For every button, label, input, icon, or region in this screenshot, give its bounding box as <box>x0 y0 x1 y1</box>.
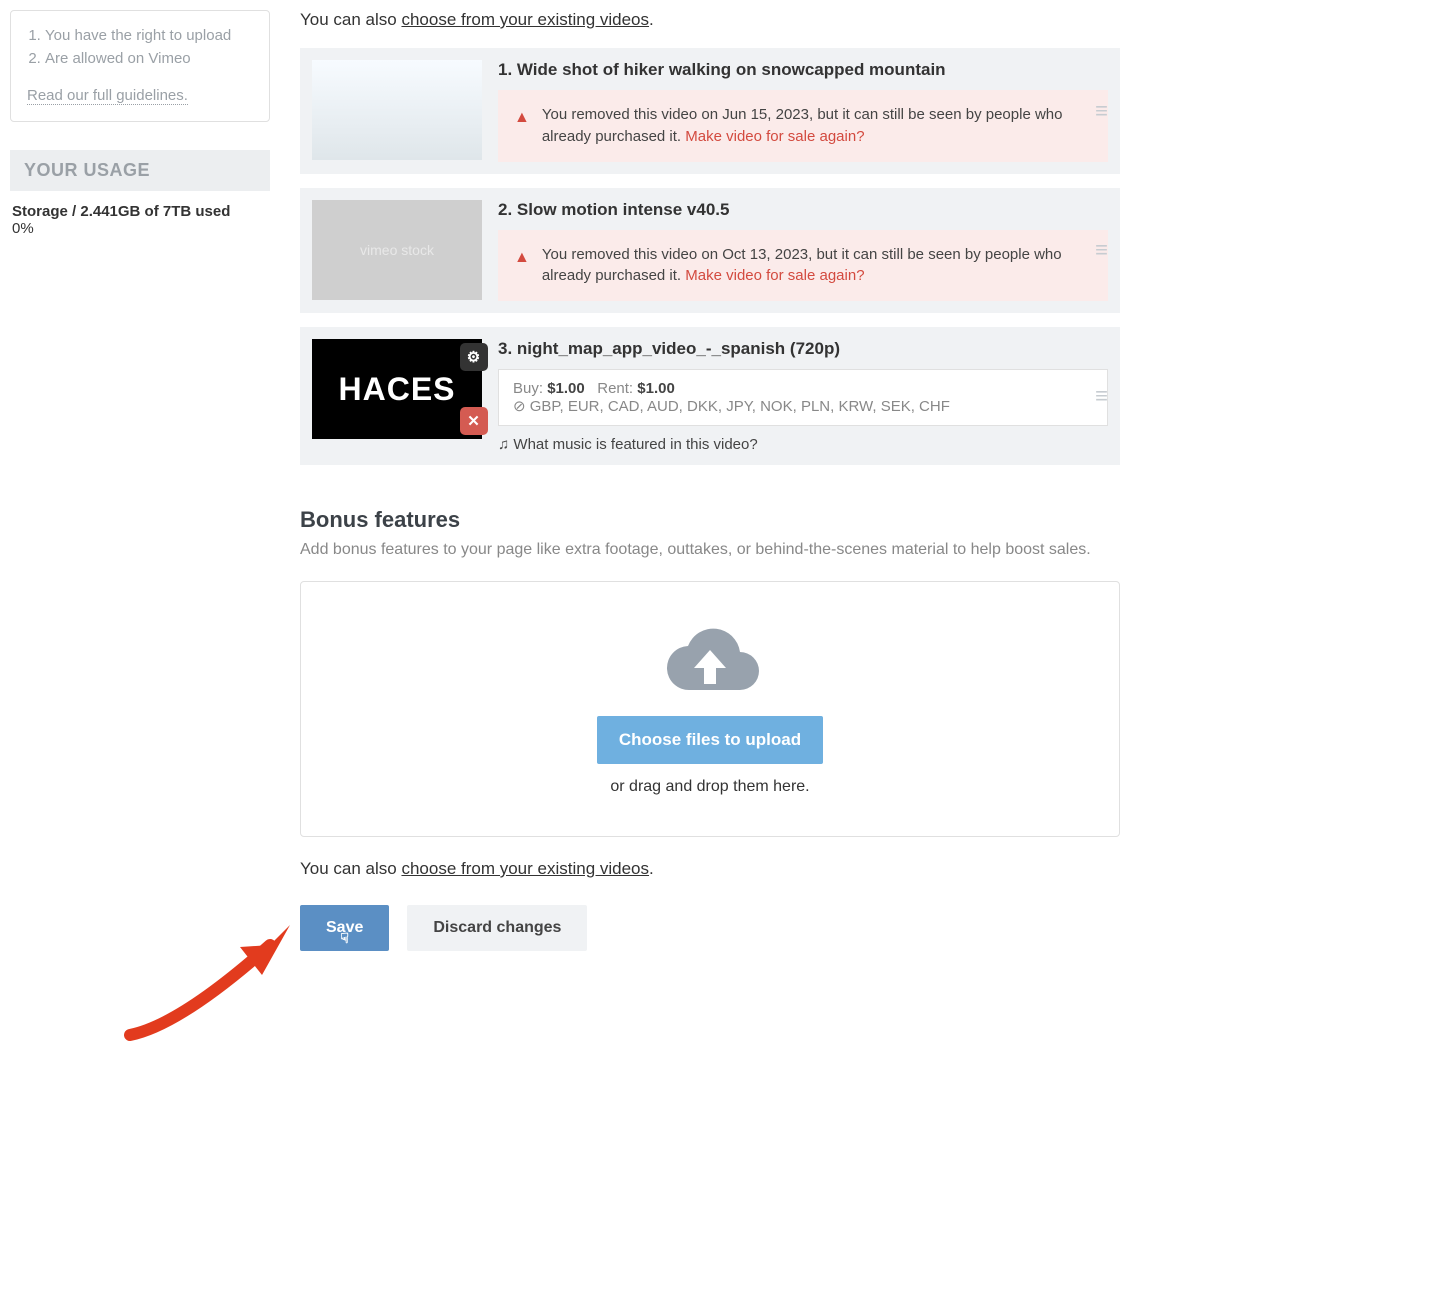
warning-box: ▲ You removed this video on Oct 13, 2023… <box>498 230 1108 302</box>
resale-link[interactable]: Make video for sale again? <box>685 267 864 284</box>
save-button[interactable]: Save ☟ <box>300 905 389 951</box>
action-buttons: Save ☟ Discard changes <box>300 905 1120 951</box>
music-question: What music is featured in this video? <box>513 436 757 453</box>
warning-icon: ▲ <box>514 246 530 269</box>
warning-box: ▲ You removed this video on Jun 15, 2023… <box>498 90 1108 162</box>
video-title: 2. Slow motion intense v40.5 <box>498 200 1108 220</box>
guidelines-link[interactable]: Read our full guidelines. <box>27 87 188 105</box>
upload-dropzone[interactable]: Choose files to upload or drag and drop … <box>300 581 1120 837</box>
resale-link[interactable]: Make video for sale again? <box>685 128 864 145</box>
choose-existing-link[interactable]: choose from your existing videos <box>401 859 649 878</box>
video-card: vimeo stock 2. Slow motion intense v40.5… <box>300 188 1120 314</box>
video-card: 1. Wide shot of hiker walking on snowcap… <box>300 48 1120 174</box>
video-thumbnail[interactable] <box>312 60 482 160</box>
video-card: HACES ⚙ ✕ 3. night_map_app_video_-_spani… <box>300 327 1120 465</box>
rent-price: $1.00 <box>637 380 675 397</box>
rent-label: Rent: <box>597 380 633 397</box>
music-icon: ♫ <box>498 436 513 453</box>
video-thumbnail[interactable]: vimeo stock <box>312 200 482 300</box>
choose-files-button[interactable]: Choose files to upload <box>597 716 823 764</box>
price-box: Buy: $1.00 Rent: $1.00 ⊘ GBP, EUR, CAD, … <box>498 369 1108 426</box>
discard-button[interactable]: Discard changes <box>407 905 587 951</box>
music-line[interactable]: ♫ What music is featured in this video? <box>498 436 1108 453</box>
bonus-title: Bonus features <box>300 507 1120 533</box>
thumb-label: vimeo stock <box>360 242 434 258</box>
thumb-label: HACES <box>338 371 455 408</box>
usage-storage-line: Storage / 2.441GB of 7TB used <box>12 203 230 220</box>
bonus-subtitle: Add bonus features to your page like ext… <box>300 541 1120 559</box>
video-title: 3. night_map_app_video_-_spanish (720p) <box>498 339 1108 359</box>
buy-label: Buy: <box>513 380 543 397</box>
gear-icon[interactable]: ⚙ <box>460 343 488 371</box>
guidelines-box: You have the right to upload Are allowed… <box>10 10 270 122</box>
existing-videos-line: You can also choose from your existing v… <box>300 10 1120 30</box>
existing-suffix: . <box>649 859 654 878</box>
usage-percent: 0% <box>12 220 34 237</box>
buy-price: $1.00 <box>547 380 585 397</box>
existing-prefix: You can also <box>300 859 401 878</box>
existing-videos-line: You can also choose from your existing v… <box>300 859 1120 879</box>
drag-drop-text: or drag and drop them here. <box>610 778 809 796</box>
video-title: 1. Wide shot of hiker walking on snowcap… <box>498 60 1108 80</box>
guideline-item: You have the right to upload <box>45 27 253 44</box>
video-thumbnail[interactable]: HACES ⚙ ✕ <box>312 339 482 439</box>
drag-handle-icon[interactable]: ≡ <box>1095 237 1106 263</box>
choose-existing-link[interactable]: choose from your existing videos <box>401 10 649 29</box>
usage-header: YOUR USAGE <box>10 150 270 191</box>
globe-icon: ⊘ <box>513 398 530 415</box>
drag-handle-icon[interactable]: ≡ <box>1095 98 1106 124</box>
cloud-upload-icon <box>655 622 765 702</box>
currencies-list: GBP, EUR, CAD, AUD, DKK, JPY, NOK, PLN, … <box>530 398 950 415</box>
existing-suffix: . <box>649 10 654 29</box>
warning-icon: ▲ <box>514 106 530 129</box>
main-content: You can also choose from your existing v… <box>300 10 1120 951</box>
existing-prefix: You can also <box>300 10 401 29</box>
sidebar: You have the right to upload Are allowed… <box>10 10 270 249</box>
guideline-item: Are allowed on Vimeo <box>45 50 253 67</box>
cursor-icon: ☟ <box>340 930 349 947</box>
drag-handle-icon[interactable]: ≡ <box>1095 383 1106 409</box>
close-icon[interactable]: ✕ <box>460 407 488 435</box>
usage-body: Storage / 2.441GB of 7TB used 0% <box>10 191 270 249</box>
